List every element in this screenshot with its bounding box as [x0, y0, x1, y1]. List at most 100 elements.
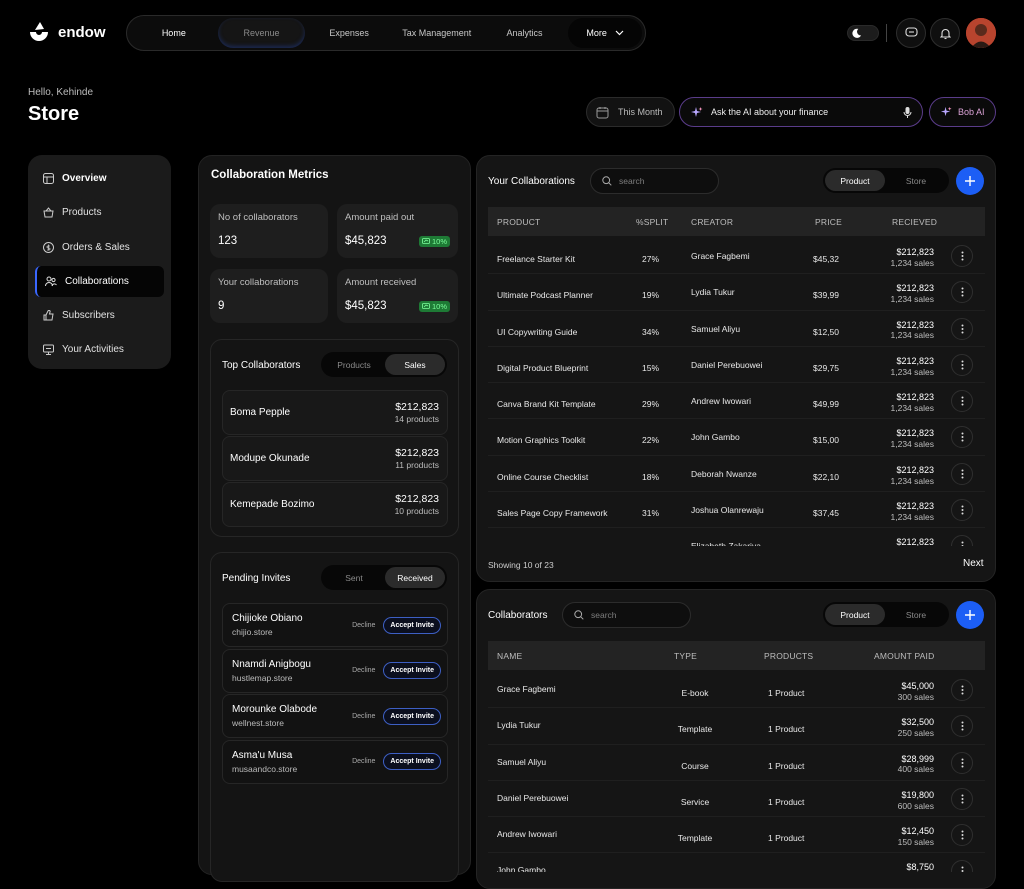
- nav-revenue[interactable]: Revenue: [217, 18, 306, 48]
- received-amount: $212,823: [896, 247, 934, 257]
- tab-sales[interactable]: Sales: [385, 354, 445, 375]
- row-menu-button[interactable]: [951, 281, 973, 304]
- list-item[interactable]: Modupe Okunade $212,823 11 products: [222, 436, 448, 481]
- nav-home[interactable]: Home: [130, 18, 218, 48]
- metric-value: 123: [218, 235, 238, 247]
- row-menu-button[interactable]: [951, 426, 973, 449]
- table-header: PRODUCT %SPLIT CREATOR PRICE RECIEVED: [488, 207, 985, 236]
- collaborator-count: 14 products: [394, 413, 439, 424]
- tab-received[interactable]: Received: [385, 567, 445, 588]
- row-menu-button[interactable]: [951, 679, 973, 701]
- table-row[interactable]: John Gambo $8,750: [488, 853, 985, 872]
- invite-store: hustlemap.store: [232, 672, 293, 683]
- nav-expenses[interactable]: Expenses: [305, 18, 393, 48]
- tab-products[interactable]: Products: [323, 354, 385, 375]
- row-menu-button[interactable]: [951, 499, 973, 522]
- table-row[interactable]: Grace Fagbemi E-book 1 Product $45,000 300 s…: [488, 672, 985, 709]
- tab-store[interactable]: Store: [885, 170, 947, 191]
- received-amount: $212,823: [896, 355, 934, 366]
- table-row[interactable]: Sales Page Copy Framework 31% Joshua Olanr…: [488, 492, 985, 529]
- accept-invite-button[interactable]: Accept Invite: [383, 616, 441, 634]
- endow-logo-icon: [30, 22, 48, 41]
- price: $15,00: [813, 435, 839, 446]
- row-menu-button[interactable]: [951, 353, 973, 376]
- list-item[interactable]: Boma Pepple $212,823 14 products: [222, 390, 448, 435]
- theme-toggle[interactable]: [847, 25, 879, 41]
- row-menu-button[interactable]: [951, 751, 973, 774]
- sidebar-item-collaborations[interactable]: Collaborations: [35, 265, 164, 297]
- sidebar-item-overview[interactable]: Overview: [35, 163, 164, 194]
- accept-invite-button[interactable]: Accept Invite: [383, 753, 441, 770]
- search-icon: [574, 610, 584, 620]
- metric-card-amount-received: Amount received $45,823 10%: [337, 269, 458, 323]
- collaborator-amount: $212,823: [395, 447, 439, 460]
- add-collaboration-button[interactable]: [956, 167, 984, 195]
- nav-analytics[interactable]: Analytics: [481, 18, 569, 48]
- table-row[interactable]: Ultimate Podcast Planner 19% Lydia Tukur $3…: [488, 274, 985, 311]
- table-row[interactable]: Daniel Perebuowei Service 1 Product $19,800…: [488, 781, 985, 818]
- table-row[interactable]: Motion Graphics Toolkit 22% John Gambo $15,…: [488, 419, 985, 456]
- nav-more-label: More: [586, 28, 607, 38]
- tab-product[interactable]: Product: [825, 170, 885, 191]
- avatar[interactable]: [966, 18, 996, 48]
- metric-value: $45,823: [345, 235, 387, 247]
- row-menu-button[interactable]: [951, 245, 973, 267]
- add-collaborator-button[interactable]: [956, 601, 984, 629]
- price: $29,75: [813, 362, 839, 373]
- amount-paid: $12,450: [901, 826, 934, 837]
- row-menu-button[interactable]: [951, 824, 973, 847]
- bob-ai-button[interactable]: Bob AI: [929, 97, 996, 127]
- table-row[interactable]: Andrew Iwowari Template 1 Product $12,450 15…: [488, 817, 985, 854]
- amount-sales: 150 sales: [897, 836, 934, 847]
- sidebar-item-orders-sales[interactable]: Orders & Sales: [35, 232, 164, 263]
- decline-button[interactable]: Decline: [352, 667, 375, 674]
- decline-button[interactable]: Decline: [352, 758, 375, 765]
- table-row[interactable]: Canva Brand Kit Template 29% Andrew Iwowar…: [488, 383, 985, 420]
- product-count: 1 Product: [768, 688, 805, 698]
- product-name: Freelance Starter Kit: [497, 254, 575, 264]
- table-row[interactable]: Samuel Aliyu Course 1 Product $28,999 400 sa…: [488, 745, 985, 781]
- tab-product[interactable]: Product: [825, 604, 885, 625]
- sidebar-item-activities[interactable]: Your Activities: [35, 334, 164, 365]
- table-row[interactable]: Digital Product Blueprint 15% Daniel Pereb…: [488, 347, 985, 384]
- tab-store[interactable]: Store: [885, 604, 947, 625]
- table-row[interactable]: Elizabeth Zakariya $212,823: [488, 528, 985, 546]
- row-menu-button[interactable]: [951, 462, 973, 485]
- decline-button[interactable]: Decline: [352, 713, 375, 720]
- decline-button[interactable]: Decline: [352, 622, 375, 629]
- amount-sales: 300 sales: [897, 691, 934, 702]
- row-menu-button[interactable]: [951, 390, 973, 413]
- table-row[interactable]: Online Course Checklist 18% Deborah Nwanze…: [488, 456, 985, 493]
- table-row[interactable]: Lydia Tukur Template 1 Product $32,500 250 s…: [488, 708, 985, 745]
- price: $12,50: [813, 326, 839, 337]
- product-name: Digital Product Blueprint: [497, 362, 589, 373]
- search-input[interactable]: search: [590, 168, 719, 194]
- table-row[interactable]: Freelance Starter Kit 27% Grace Fagbemi $45…: [488, 238, 985, 275]
- row-menu-button[interactable]: [951, 317, 973, 340]
- accept-invite-button[interactable]: Accept Invite: [383, 662, 441, 679]
- notifications-button[interactable]: [930, 18, 960, 48]
- accept-invite-button[interactable]: Accept Invite: [383, 707, 441, 725]
- chat-button[interactable]: [896, 18, 926, 48]
- nav-more-button[interactable]: More: [568, 18, 642, 48]
- tab-sent[interactable]: Sent: [323, 567, 385, 588]
- microphone-icon[interactable]: [903, 106, 912, 119]
- row-menu-button[interactable]: [951, 787, 973, 810]
- brand-logo[interactable]: endow: [28, 20, 106, 44]
- ai-ask-input[interactable]: Ask the AI about your finance: [679, 97, 923, 127]
- sidebar-item-subscribers[interactable]: Subscribers: [35, 300, 164, 331]
- search-input[interactable]: search: [562, 602, 691, 628]
- row-menu-button[interactable]: [951, 535, 973, 546]
- row-menu-button[interactable]: [951, 715, 973, 738]
- list-item[interactable]: Kemepade Bozimo $212,823 10 products: [222, 482, 448, 527]
- sidebar-item-products[interactable]: Products: [35, 197, 164, 228]
- table-row[interactable]: UI Copywriting Guide 34% Samuel Aliyu $12,5…: [488, 311, 985, 347]
- product-name: Online Course Checklist: [497, 471, 589, 482]
- metric-label: No of collaborators: [218, 212, 298, 223]
- collaborator-name: Andrew Iwowari: [497, 829, 557, 840]
- row-menu-button[interactable]: [951, 860, 973, 872]
- period-selector[interactable]: This Month: [586, 97, 675, 127]
- next-page-button[interactable]: Next: [963, 558, 984, 569]
- header-divider: [886, 24, 887, 42]
- nav-tax-management[interactable]: Tax Management: [393, 18, 481, 48]
